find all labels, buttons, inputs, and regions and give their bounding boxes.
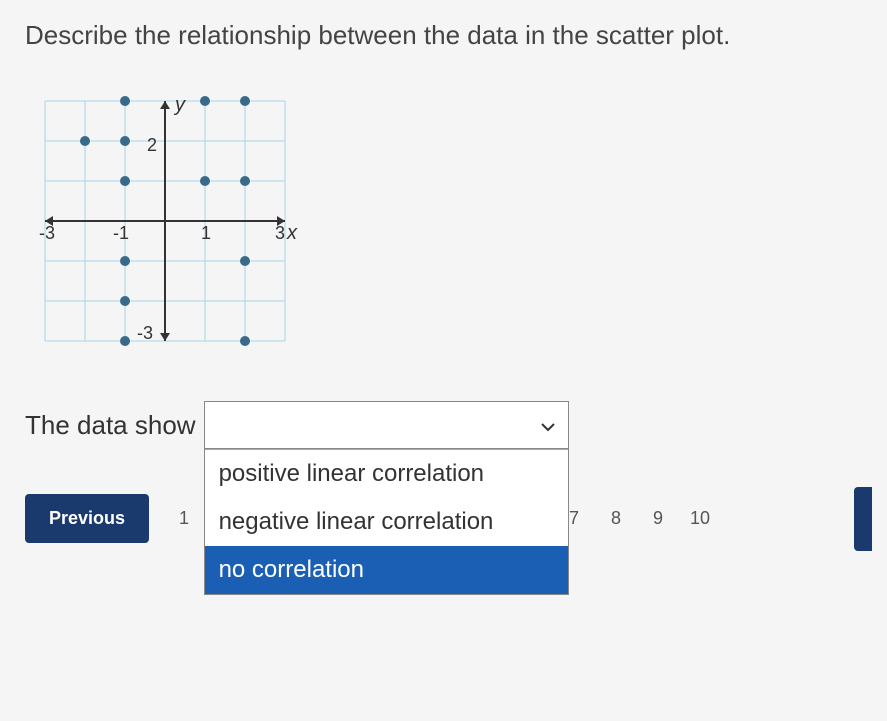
scatter-plot: y x -3 -1 1 3 2 -3 — [25, 81, 305, 361]
previous-button[interactable]: Previous — [25, 494, 149, 543]
correlation-dropdown[interactable] — [204, 401, 569, 449]
svg-text:3: 3 — [275, 223, 285, 243]
chevron-down-icon — [540, 412, 556, 438]
answer-prefix: The data show — [25, 410, 196, 441]
dropdown-container: positive linear correlation negative lin… — [204, 401, 569, 449]
question-text: Describe the relationship between the da… — [25, 20, 862, 51]
page-1[interactable]: 1 — [169, 508, 199, 529]
svg-text:-3: -3 — [39, 223, 55, 243]
svg-text:y: y — [173, 94, 186, 116]
next-button[interactable] — [854, 487, 872, 551]
option-none[interactable]: no correlation — [205, 546, 568, 594]
answer-row: The data show positive linear correlatio… — [25, 401, 862, 449]
svg-text:-1: -1 — [113, 223, 129, 243]
option-positive[interactable]: positive linear correlation — [205, 450, 568, 498]
page-10[interactable]: 10 — [685, 508, 715, 529]
svg-text:-3: -3 — [137, 323, 153, 343]
svg-text:2: 2 — [147, 135, 157, 155]
page-8[interactable]: 8 — [601, 508, 631, 529]
option-negative[interactable]: negative linear correlation — [205, 498, 568, 546]
svg-text:1: 1 — [201, 223, 211, 243]
page-9[interactable]: 9 — [643, 508, 673, 529]
svg-text:x: x — [286, 222, 298, 244]
dropdown-menu: positive linear correlation negative lin… — [204, 449, 569, 595]
